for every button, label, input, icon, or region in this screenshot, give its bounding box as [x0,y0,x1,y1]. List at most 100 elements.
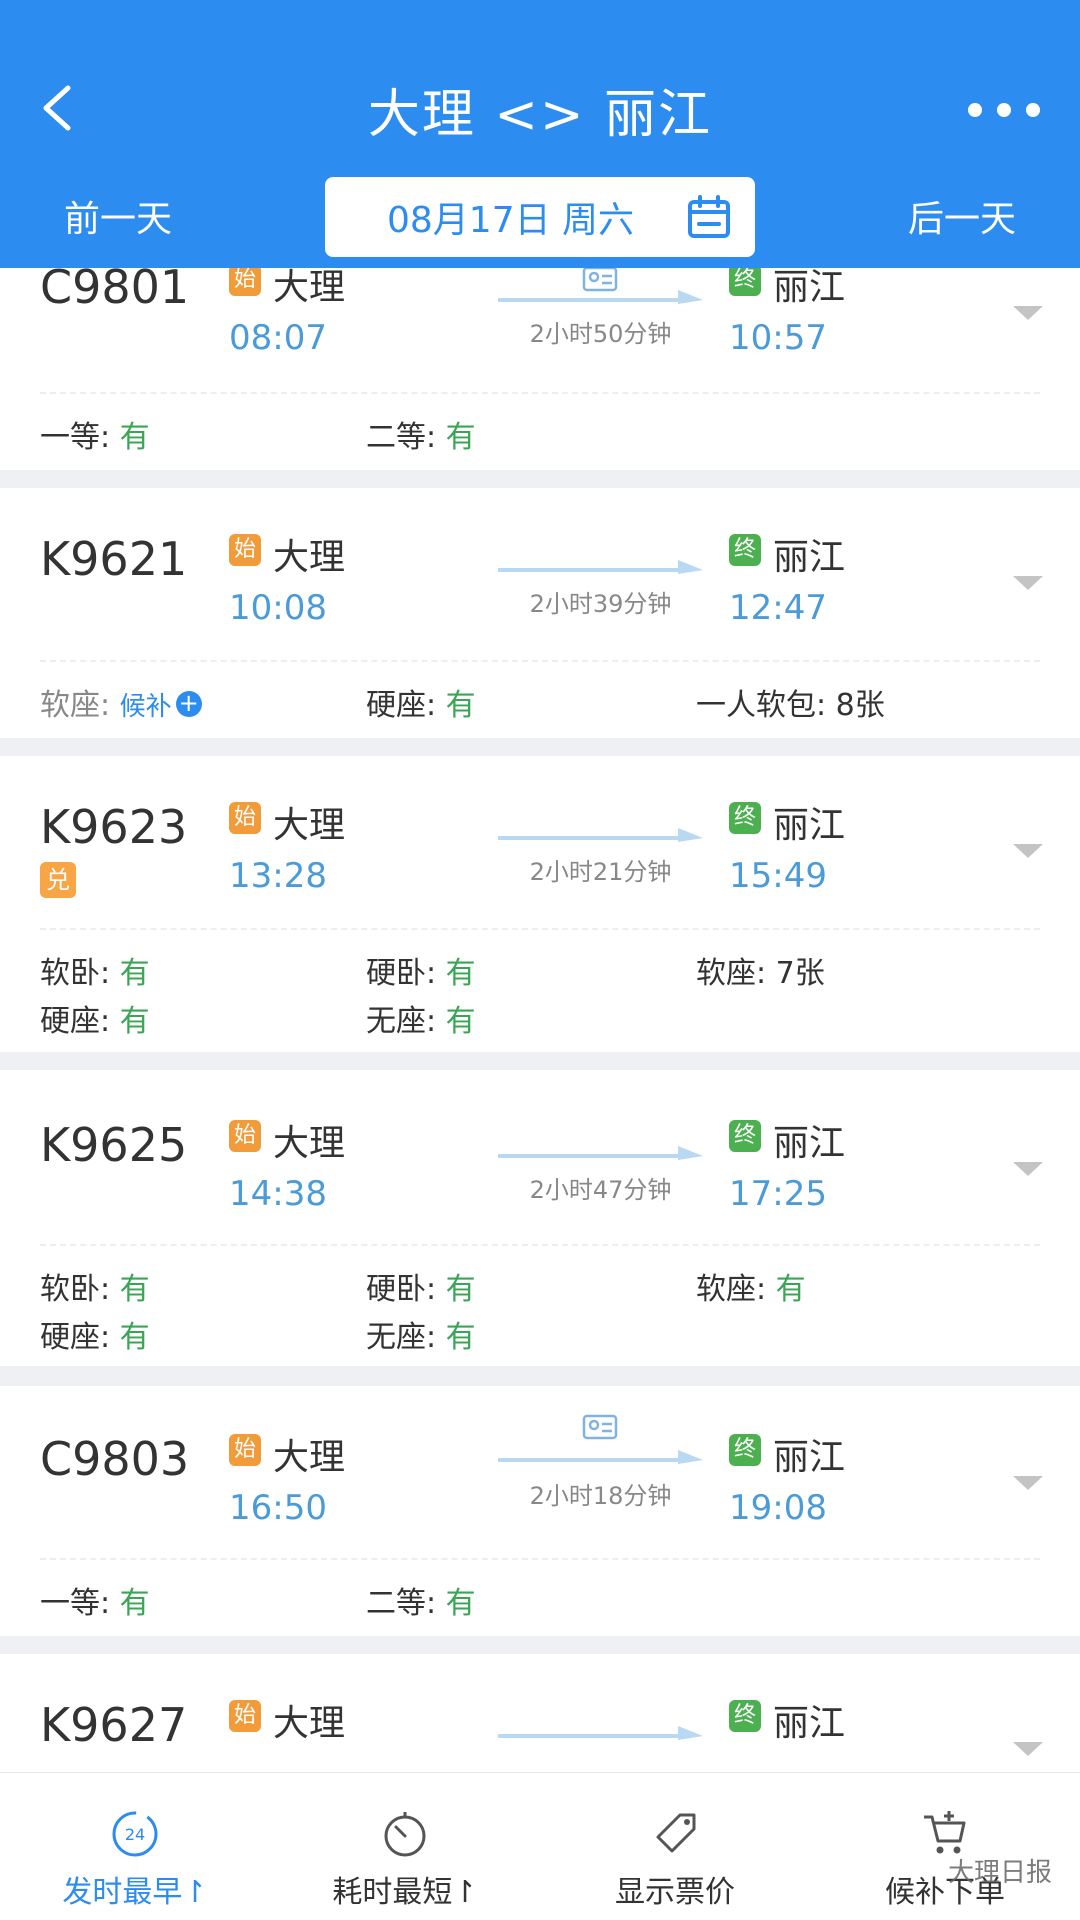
clock-24-icon: 24 [112,1811,158,1857]
arrival-station: 丽江 [773,1703,846,1744]
chevron-down-icon[interactable] [1013,842,1043,860]
prev-day-button[interactable]: 前一天 [64,190,172,242]
seat-info: 一人软包: 8张 [696,688,885,723]
route-arrow [498,826,703,846]
train-card-k9625[interactable]: K9625 始 大理 14:38 2小时47分钟 终 丽江 17:25 软卧: … [0,1070,1080,1366]
seat-info: 软卧: 有 [40,956,150,991]
departure-station: 大理 [273,1437,346,1478]
arrival-time: 15:49 [729,856,827,896]
tab-waitlist-order[interactable]: 候补下单 [810,1773,1080,1920]
seat-info: 硬座: 有 [40,1004,150,1039]
route-arrow [498,1144,703,1164]
date-text: 08月17日 周六 [387,200,635,241]
arrival-time: 12:47 [729,588,827,628]
divider [40,1558,1040,1560]
chevron-down-icon[interactable] [1013,574,1043,592]
arrival-station: 丽江 [773,537,846,578]
next-day-button[interactable]: 后一天 [908,190,1016,242]
departure-time: 16:50 [229,1488,327,1528]
route-arrow [498,1724,703,1744]
train-number: K9625 [40,1118,188,1172]
end-badge: 终 [729,1120,761,1152]
seat-info: 无座: 有 [366,1004,476,1039]
tab-label: 耗时最短↾ [332,1875,478,1910]
arrival-station: 丽江 [773,1123,846,1164]
tab-shortest-duration[interactable]: 耗时最短↾ [270,1773,540,1920]
departure-station: 大理 [273,1703,346,1744]
arrival-station: 丽江 [773,1437,846,1478]
seat-info: 软座: 7张 [696,956,825,991]
divider [40,1244,1040,1246]
tab-show-price[interactable]: 显示票价 [540,1773,810,1920]
more-dots-icon [968,103,982,117]
departure-station: 大理 [273,805,346,846]
chevron-down-icon[interactable] [1013,1740,1043,1758]
waitlist-link[interactable]: 候补 [120,692,172,722]
date-selector[interactable]: 08月17日 周六 [325,177,755,257]
route-arrow [498,288,703,308]
chevron-down-icon[interactable] [1013,304,1043,322]
divider [40,928,1040,930]
start-badge: 始 [229,802,261,834]
more-button[interactable] [968,90,1040,130]
tab-label: 显示票价 [615,1875,735,1910]
duration: 2小时18分钟 [529,1482,672,1510]
seat-info: 硬卧: 有 [366,1272,476,1307]
tab-earliest-departure[interactable]: 24 发时最早↾ [0,1773,270,1920]
header: 大理 <> 丽江 前一天 08月17日 周六 后一天 [0,0,1080,268]
seat-info: 二等: 有 [366,420,476,455]
seat-info: 二等: 有 [366,1586,476,1621]
seat-info: 一等: 有 [40,420,150,455]
end-badge: 终 [729,534,761,566]
start-badge: 始 [229,264,261,296]
departure-time: 08:07 [229,318,327,358]
seat-info: 一等: 有 [40,1586,150,1621]
chevron-down-icon[interactable] [1013,1160,1043,1178]
train-number: K9621 [40,532,188,586]
seat-info: 硬卧: 有 [366,956,476,991]
page-title: 大理 <> 丽江 [367,85,713,145]
start-badge: 始 [229,1434,261,1466]
start-badge: 始 [229,534,261,566]
plus-circle-icon[interactable]: + [175,691,202,717]
seat-info: 硬座: 有 [366,688,476,723]
departure-time: 10:08 [229,588,327,628]
seat-info: 无座: 有 [366,1320,476,1355]
end-badge: 终 [729,264,761,296]
start-badge: 始 [229,1120,261,1152]
id-card-icon [582,1414,618,1440]
end-badge: 终 [729,1434,761,1466]
arrival-time: 19:08 [729,1488,827,1528]
duration: 2小时39分钟 [529,590,672,618]
tab-label: 发时最早↾ [62,1875,208,1910]
divider [40,660,1040,662]
end-badge: 终 [729,802,761,834]
departure-time: 13:28 [229,856,327,896]
train-number: C9801 [40,260,190,314]
train-card-c9803[interactable]: C9803 始 大理 16:50 2小时18分钟 终 丽江 19:08 一等: … [0,1386,1080,1636]
seat-info: 软卧: 有 [40,1272,150,1307]
seat-info: 软座: 候补 + [40,680,202,724]
duration: 2小时47分钟 [529,1176,672,1204]
departure-station: 大理 [273,537,346,578]
svg-text:24: 24 [125,1825,145,1844]
divider [40,392,1040,394]
departure-station: 大理 [273,1123,346,1164]
arrival-time: 17:25 [729,1174,827,1214]
train-card-k9621[interactable]: K9621 始 大理 10:08 2小时39分钟 终 丽江 12:47 软座: … [0,488,1080,738]
route-arrow [498,558,703,578]
watermark: 大理日报 [948,1858,1053,1888]
calendar-icon [688,195,730,238]
bottom-sort-bar: 24 发时最早↾ 耗时最短↾ 显示票价 候补下单 [0,1772,1080,1920]
train-card-k9623[interactable]: K9623 兑 始 大理 13:28 2小时21分钟 终 丽江 15:49 软卧… [0,756,1080,1052]
train-number: K9623 [40,800,188,854]
duration: 2小时50分钟 [529,320,672,348]
price-tag-icon [656,1813,696,1853]
route-arrow [498,1448,703,1468]
seat-info: 软座: 有 [696,1272,806,1307]
stopwatch-icon [384,1812,426,1857]
exchange-badge: 兑 [40,862,76,898]
departure-time: 14:38 [229,1174,327,1214]
start-badge: 始 [229,1700,261,1732]
chevron-down-icon[interactable] [1013,1474,1043,1492]
